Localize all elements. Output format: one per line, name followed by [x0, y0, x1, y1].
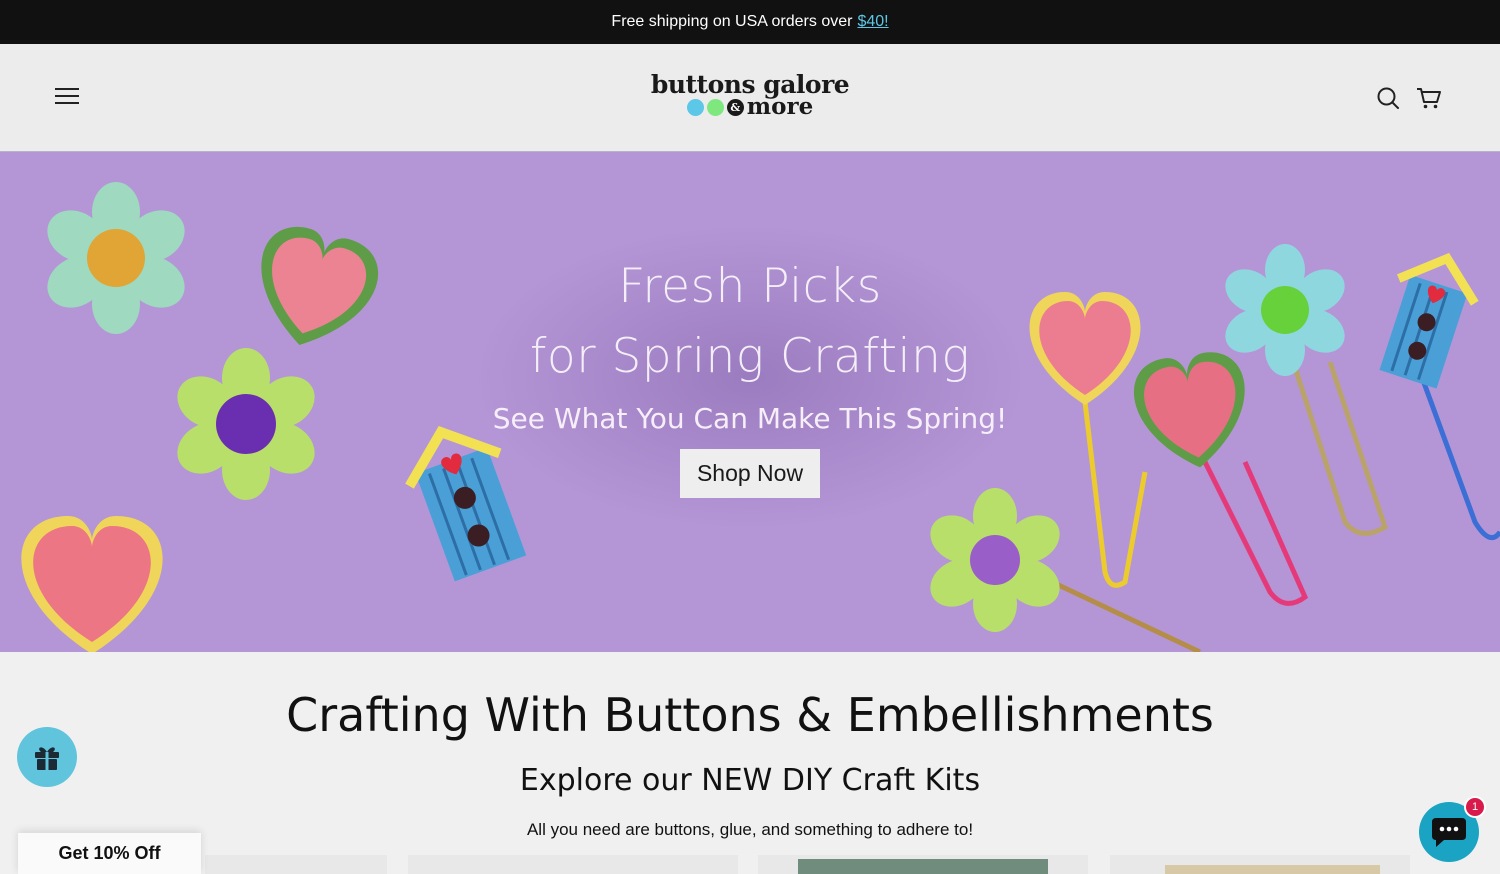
logo-dot-green	[706, 98, 724, 116]
paperclip-decoration	[1417, 371, 1500, 541]
product-card[interactable]	[1110, 855, 1410, 874]
flower-decoration	[177, 348, 315, 500]
logo-line2: more	[746, 93, 814, 120]
chat-badge: 1	[1464, 796, 1486, 818]
logo-dot-blue	[686, 98, 704, 116]
shop-now-button[interactable]: Shop Now	[679, 449, 821, 498]
hero-title-line1: Fresh Picks	[618, 259, 882, 314]
hamburger-icon[interactable]	[55, 88, 79, 107]
hero-text: Fresh Picks for Spring Crafting See What…	[440, 252, 1060, 498]
flower-decoration	[1225, 244, 1345, 376]
cart-icon[interactable]	[1416, 86, 1442, 112]
heart-decoration	[21, 516, 163, 652]
site-header: buttons galore & more	[0, 44, 1500, 152]
flower-decoration	[47, 182, 185, 334]
product-card[interactable]	[758, 855, 1088, 874]
hero-subtitle: See What You Can Make This Spring!	[492, 402, 1008, 435]
section-subtitle: Explore our NEW DIY Craft Kits	[519, 763, 981, 798]
section-description: All you need are buttons, glue, and some…	[526, 820, 974, 839]
birdhouse-decoration	[1379, 252, 1479, 389]
gift-icon[interactable]	[17, 727, 77, 787]
free-shipping-link[interactable]: $40!	[857, 13, 888, 31]
logo-line2-wrap: & more	[650, 93, 850, 120]
announcement-text: Free shipping on USA orders over	[611, 13, 853, 30]
search-icon[interactable]	[1376, 86, 1402, 112]
section-title: Crafting With Buttons & Embellishments	[286, 688, 1214, 742]
hero-title-line2: for Spring Crafting	[529, 329, 971, 384]
hero-banner: Fresh Picks for Spring Crafting See What…	[0, 152, 1500, 652]
heart-decoration	[261, 227, 379, 345]
heart-decoration	[1134, 352, 1245, 468]
discount-tab[interactable]: Get 10% Off	[18, 833, 201, 874]
product-card[interactable]	[205, 855, 387, 874]
paperclip-decoration	[1082, 401, 1148, 588]
announcement-bar: Free shipping on USA orders over $40!	[0, 0, 1500, 44]
flower-decoration	[930, 488, 1060, 632]
logo[interactable]: buttons galore & more	[650, 72, 850, 120]
paperclip-decoration	[1197, 450, 1309, 606]
paperclip-decoration	[1287, 351, 1389, 536]
product-card[interactable]	[408, 855, 738, 874]
logo-ampersand: &	[726, 98, 744, 116]
